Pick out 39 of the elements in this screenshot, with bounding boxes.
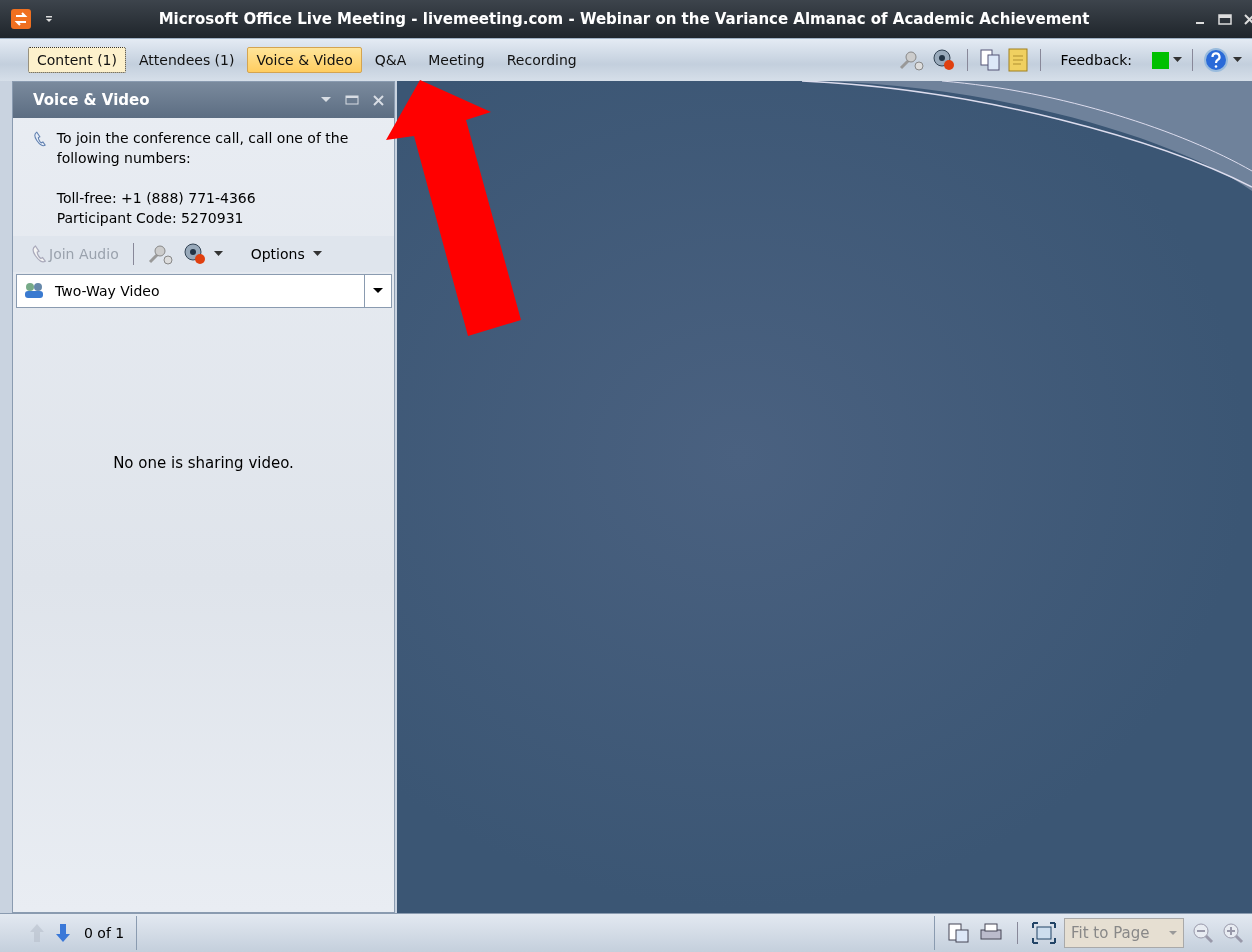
close-icon[interactable] [1244,13,1252,25]
documents-icon[interactable] [977,48,1002,72]
participant-code: Participant Code: 5270931 [56,209,245,228]
feedback-status-swatch[interactable] [1152,51,1169,69]
options-button[interactable]: Options [248,244,307,264]
tab[interactable]: Voice & Video [247,47,362,73]
people-icon [23,281,45,301]
maximize-icon[interactable] [1218,13,1232,25]
caret-icon [1169,930,1177,936]
paste-icon[interactable] [947,922,971,944]
toll-free-number: Toll-free: +1 (888) 771-4366 [56,189,257,208]
video-mode-dropdown[interactable]: Two-Way Video [16,274,392,308]
no-video-message: No one is sharing video. [113,454,294,474]
tab[interactable]: Meeting [419,47,494,73]
dropdown-icon[interactable] [321,97,331,103]
webcam-icon[interactable] [930,48,957,72]
caret-icon[interactable] [1173,57,1182,63]
tab[interactable]: Recording [497,47,586,73]
zoom-in-icon[interactable] [1222,922,1244,944]
instructions-text: To join the conference call, call one of the following numbers: [56,129,350,168]
webcam-icon[interactable] [181,242,208,266]
page-counter: 0 of 1 [84,925,125,941]
caret-icon[interactable] [213,251,223,257]
feedback-label: Feedback: [1060,52,1132,68]
caret-icon [373,288,383,294]
tab[interactable]: Content (1) [28,47,126,73]
quick-access-dropdown-icon[interactable] [44,14,54,24]
tab[interactable]: Q&A [365,47,416,73]
fit-screen-icon[interactable] [1032,922,1056,944]
help-icon[interactable] [1203,47,1229,73]
phone-icon [31,244,47,264]
window-title: Microsoft Office Live Meeting - livemeeting.com - Webinar on the Variance Almanac of Academic Achievement [157,10,1091,28]
zoom-out-icon[interactable] [1192,922,1214,944]
app-logo-icon[interactable] [10,8,32,30]
caret-icon[interactable] [312,251,322,257]
pane-title: Voice & Video [33,91,151,109]
down-arrow-icon[interactable] [54,922,72,944]
caret-icon[interactable] [1233,57,1242,63]
tab[interactable]: Attendees (1) [129,47,244,73]
